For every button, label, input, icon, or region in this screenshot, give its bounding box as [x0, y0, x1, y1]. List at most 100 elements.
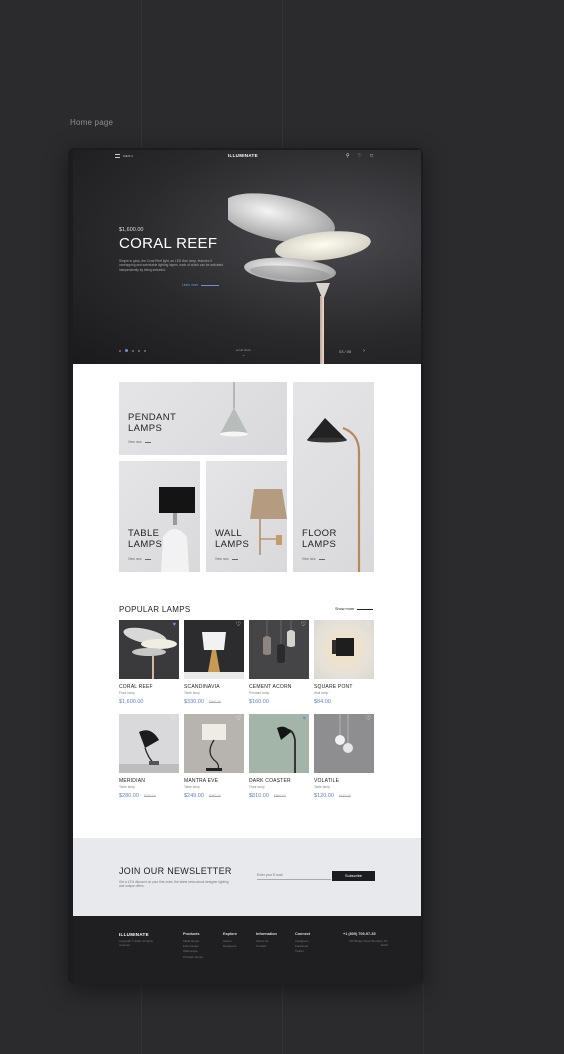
product-name: DARK COASTER — [249, 778, 291, 784]
product-prices: $120.00 $140.00 — [314, 793, 374, 799]
product-card[interactable]: ♡ VOLATILE Table lamp $120.00 $140.00 — [314, 714, 374, 799]
subscribe-button[interactable]: Subscribe — [332, 871, 375, 881]
guide-line — [282, 0, 283, 150]
learn-more-link[interactable]: Learn more — [182, 283, 220, 287]
email-input[interactable] — [257, 871, 331, 880]
newsletter-title: JOIN OUR NEWSLETTER — [119, 866, 232, 876]
product-card[interactable]: ♡ SQUARE PONT Wall lamp $84.00 — [314, 620, 374, 705]
hero-description: Simple in glory, the Coral Reef light, a… — [119, 259, 224, 272]
product-image[interactable]: ♡ — [314, 620, 374, 679]
product-prices: $330.00 $360.00 — [184, 699, 244, 705]
view-now-link[interactable]: View now — [128, 557, 151, 561]
product-price: $160.00 — [249, 699, 269, 705]
footer-column-title: Products — [183, 932, 200, 936]
slide-counter: 03 / 05 › — [339, 348, 365, 354]
view-now-link[interactable]: View now — [215, 557, 238, 561]
product-old-price: $360.00 — [208, 700, 221, 704]
section-title: POPULAR LAMPS — [119, 605, 191, 614]
hero-title: CORAL REEF — [119, 235, 218, 252]
footer-phone[interactable]: +1 (800) 709-97-35 — [343, 932, 376, 936]
heart-icon[interactable]: ♡ — [301, 622, 306, 628]
brand-logo[interactable]: ILLUMINATE — [228, 153, 258, 158]
product-name: CORAL REEF — [119, 684, 153, 690]
product-card[interactable]: ♥ DARK COASTER Floor lamp $810.00 $880.0… — [249, 714, 309, 799]
slider-dot[interactable] — [119, 349, 121, 352]
product-image[interactable]: ♥ — [119, 620, 179, 679]
search-icon[interactable]: ⚲ — [346, 153, 350, 159]
product-prices: $84.00 — [314, 699, 374, 705]
category-card-wall[interactable]: WALL LAMPS View now — [206, 461, 287, 572]
footer-link[interactable]: Twitter — [295, 949, 310, 954]
product-name: MERIDIAN — [119, 778, 146, 784]
header-actions: ⚲ ♡ □ — [346, 153, 373, 159]
scandinavia-image — [184, 632, 244, 679]
product-name: SQUARE PONT — [314, 684, 353, 690]
product-type: Wall lamp — [314, 691, 329, 695]
footer-column-title: Connect — [295, 932, 311, 936]
footer-column-connect: Connect Instagram Facebook Twitter — [295, 932, 310, 955]
category-card-pendant[interactable]: PENDANT LAMPS View now — [119, 382, 287, 455]
chevron-down-icon: ⌄ — [241, 352, 246, 357]
arrow-line-icon — [318, 558, 325, 560]
heart-icon[interactable]: ♡ — [171, 716, 176, 722]
product-image[interactable]: ♡ — [314, 714, 374, 773]
product-old-price: $320.00 — [143, 794, 156, 798]
main-content: PENDANT LAMPS View now FLOOR LAMPS View … — [73, 364, 421, 838]
heart-icon[interactable]: ♡ — [366, 716, 371, 722]
footer-link[interactable]: Designers — [223, 944, 237, 949]
arrow-line-icon — [144, 441, 151, 443]
hero-section: MENU ILLUMINATE ⚲ ♡ □ $1,600.00 CORAL RE… — [73, 150, 421, 364]
cart-icon[interactable]: □ — [370, 153, 373, 159]
product-image[interactable]: ♡ — [249, 620, 309, 679]
footer-column-explore: Explore Stores Designers — [223, 932, 237, 949]
heart-icon[interactable]: ♡ — [236, 716, 241, 722]
heart-icon[interactable]: ♡ — [236, 622, 241, 628]
product-price: $120.00 — [314, 793, 334, 799]
slider-dots — [119, 349, 146, 352]
category-title: WALL LAMPS — [215, 528, 249, 550]
show-more-link[interactable]: Show more — [335, 607, 374, 611]
product-image[interactable]: ♡ — [184, 714, 244, 773]
product-card[interactable]: ♡ CEMENT ACORN Pendant lamp $160.00 — [249, 620, 309, 705]
footer-link[interactable]: Pendant lamps — [183, 955, 203, 960]
product-type: Table lamp — [119, 785, 135, 789]
slider-dot[interactable] — [138, 349, 140, 352]
product-image[interactable]: ♡ — [184, 620, 244, 679]
product-name: VOLATILE — [314, 778, 340, 784]
cement-acorn-image — [263, 620, 295, 663]
heart-icon[interactable]: ♡ — [357, 153, 361, 159]
product-card[interactable]: ♡ MANTRA EVE Table lamp $249.00 $280.00 — [184, 714, 244, 799]
view-now-link[interactable]: View now — [302, 557, 325, 561]
product-old-price: $140.00 — [338, 794, 351, 798]
favorite-heart-icon[interactable]: ♥ — [302, 716, 306, 722]
category-card-table[interactable]: TABLE LAMPS View now — [119, 461, 200, 572]
heart-icon[interactable]: ♡ — [366, 622, 371, 628]
show-more-label: Show more — [335, 607, 355, 611]
product-card[interactable]: ♡ MERIDIAN Table lamp $280.00 $320.00 — [119, 714, 179, 799]
scroll-down-hint[interactable]: scroll down ⌄ — [236, 348, 251, 357]
menu-button[interactable]: MENU — [115, 154, 133, 158]
product-card[interactable]: ♡ SCANDINAVIA Table lamp $330.00 $360.00 — [184, 620, 244, 705]
footer-link[interactable]: Contact — [256, 944, 277, 949]
category-title-line: WALL — [215, 528, 243, 539]
product-image[interactable]: ♡ — [119, 714, 179, 773]
category-title-line: LAMPS — [215, 539, 250, 550]
arrow-line-icon — [231, 558, 238, 560]
product-card[interactable]: ♥ CORAL REEF Floor lamp $1,600.00 — [119, 620, 179, 705]
product-type: Table lamp — [314, 785, 330, 789]
view-now-link[interactable]: View now — [128, 440, 151, 444]
slider-dot[interactable] — [144, 349, 146, 352]
slider-dot[interactable] — [132, 349, 134, 352]
arrow-line-icon — [357, 608, 374, 610]
product-type: Pendant lamp — [249, 691, 270, 695]
favorite-heart-icon[interactable]: ♥ — [172, 622, 176, 628]
footer-brand[interactable]: ILLUMINATE — [119, 932, 149, 937]
product-price: $84.00 — [314, 699, 331, 705]
category-card-floor[interactable]: FLOOR LAMPS View now — [293, 382, 374, 572]
product-image[interactable]: ♥ — [249, 714, 309, 773]
page-label: Home page — [70, 118, 114, 127]
chevron-right-icon[interactable]: › — [363, 348, 365, 354]
site-frame: MENU ILLUMINATE ⚲ ♡ □ $1,600.00 CORAL RE… — [68, 148, 423, 984]
product-old-price: $880.00 — [273, 794, 286, 798]
slider-dot-active[interactable] — [125, 349, 128, 352]
